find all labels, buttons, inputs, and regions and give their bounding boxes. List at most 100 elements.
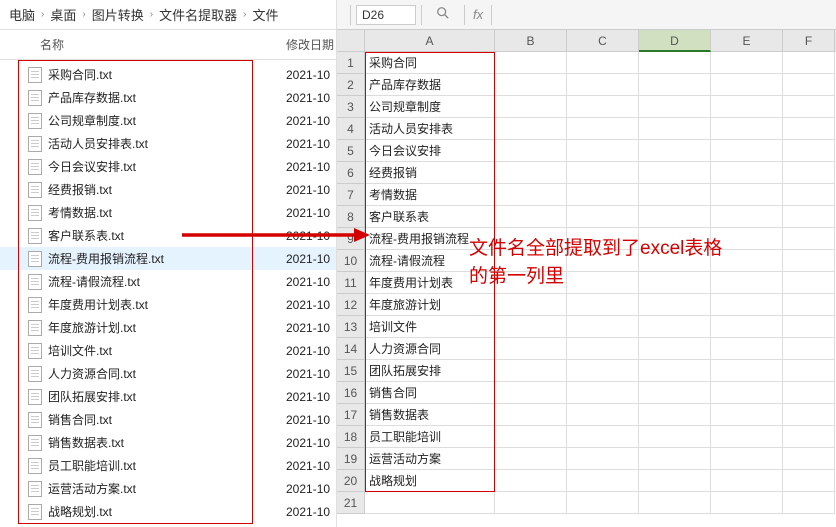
cell[interactable] <box>639 448 711 470</box>
row-header[interactable]: 14 <box>337 338 365 360</box>
row-header[interactable]: 12 <box>337 294 365 316</box>
column-header[interactable]: B <box>495 30 567 52</box>
row-header[interactable]: 9 <box>337 228 365 250</box>
cell[interactable]: 销售数据表 <box>365 404 495 426</box>
breadcrumb-item[interactable]: 文件名提取器 <box>159 5 237 24</box>
cell[interactable] <box>495 140 567 162</box>
cell[interactable] <box>495 338 567 360</box>
cell[interactable] <box>495 294 567 316</box>
breadcrumb-item[interactable]: 图片转换 <box>92 5 144 24</box>
cell[interactable] <box>783 96 835 118</box>
cell[interactable] <box>639 162 711 184</box>
cell[interactable] <box>567 360 639 382</box>
cell[interactable] <box>495 426 567 448</box>
cell[interactable] <box>567 426 639 448</box>
cell[interactable] <box>639 74 711 96</box>
row-header[interactable]: 5 <box>337 140 365 162</box>
column-header-name[interactable]: 名称 <box>0 36 286 53</box>
cell[interactable]: 战略规划 <box>365 470 495 492</box>
cell[interactable] <box>711 162 783 184</box>
column-header[interactable]: E <box>711 30 783 52</box>
cell[interactable] <box>783 404 835 426</box>
file-row[interactable]: 团队拓展安排.txt2021-10 <box>0 385 336 408</box>
cell[interactable] <box>495 228 567 250</box>
cell[interactable] <box>639 184 711 206</box>
cell[interactable]: 运营活动方案 <box>365 448 495 470</box>
cell[interactable] <box>783 426 835 448</box>
row-header[interactable]: 3 <box>337 96 365 118</box>
cell[interactable] <box>783 360 835 382</box>
cell[interactable] <box>495 118 567 140</box>
file-row[interactable]: 活动人员安排表.txt2021-10 <box>0 132 336 155</box>
cell[interactable] <box>639 52 711 74</box>
cell[interactable] <box>783 140 835 162</box>
row-header[interactable]: 7 <box>337 184 365 206</box>
cell[interactable] <box>567 316 639 338</box>
cell[interactable] <box>567 96 639 118</box>
cell[interactable]: 人力资源合同 <box>365 338 495 360</box>
cell[interactable] <box>639 492 711 514</box>
cell[interactable] <box>783 250 835 272</box>
row-header[interactable]: 11 <box>337 272 365 294</box>
cell[interactable] <box>711 96 783 118</box>
cell[interactable] <box>567 74 639 96</box>
file-row[interactable]: 采购合同.txt2021-10 <box>0 63 336 86</box>
file-row[interactable]: 年度旅游计划.txt2021-10 <box>0 316 336 339</box>
cell[interactable]: 采购合同 <box>365 52 495 74</box>
cell[interactable] <box>495 492 567 514</box>
cell[interactable] <box>567 206 639 228</box>
cell[interactable] <box>711 382 783 404</box>
cell[interactable] <box>567 228 639 250</box>
cell[interactable] <box>495 404 567 426</box>
cell[interactable] <box>711 360 783 382</box>
cell[interactable] <box>711 426 783 448</box>
column-header[interactable]: C <box>567 30 639 52</box>
file-row[interactable]: 产品库存数据.txt2021-10 <box>0 86 336 109</box>
cell[interactable]: 公司规章制度 <box>365 96 495 118</box>
cell[interactable]: 今日会议安排 <box>365 140 495 162</box>
cell[interactable] <box>495 316 567 338</box>
row-header[interactable]: 20 <box>337 470 365 492</box>
cell[interactable] <box>639 470 711 492</box>
breadcrumb-item[interactable]: 电脑 <box>9 5 35 24</box>
cell[interactable]: 活动人员安排表 <box>365 118 495 140</box>
file-row[interactable]: 公司规章制度.txt2021-10 <box>0 109 336 132</box>
row-header[interactable]: 18 <box>337 426 365 448</box>
cell[interactable] <box>783 294 835 316</box>
breadcrumb-item[interactable]: 文件 <box>252 5 278 24</box>
cell[interactable]: 客户联系表 <box>365 206 495 228</box>
cell[interactable] <box>711 206 783 228</box>
cell[interactable] <box>783 74 835 96</box>
cell[interactable] <box>639 316 711 338</box>
cell[interactable] <box>783 184 835 206</box>
breadcrumb[interactable]: 电脑 › 桌面 › 图片转换 › 文件名提取器 › 文件 <box>0 0 336 30</box>
select-all-corner[interactable] <box>337 30 365 52</box>
cell[interactable]: 流程-费用报销流程 <box>365 228 495 250</box>
cell[interactable] <box>567 272 639 294</box>
cell[interactable] <box>495 448 567 470</box>
cell[interactable] <box>495 206 567 228</box>
cell[interactable] <box>783 272 835 294</box>
column-header-date[interactable]: 修改日期 <box>286 36 336 53</box>
cell[interactable] <box>567 162 639 184</box>
cell[interactable] <box>639 228 711 250</box>
cell[interactable] <box>639 140 711 162</box>
file-row[interactable]: 考情数据.txt2021-10 <box>0 201 336 224</box>
cell[interactable] <box>567 448 639 470</box>
cell[interactable] <box>639 96 711 118</box>
cell[interactable] <box>567 118 639 140</box>
cell[interactable] <box>783 206 835 228</box>
cell[interactable]: 流程-请假流程 <box>365 250 495 272</box>
file-row[interactable]: 年度费用计划表.txt2021-10 <box>0 293 336 316</box>
cell[interactable] <box>567 492 639 514</box>
row-header[interactable]: 15 <box>337 360 365 382</box>
cell[interactable] <box>639 426 711 448</box>
cell[interactable]: 年度旅游计划 <box>365 294 495 316</box>
cell[interactable] <box>567 140 639 162</box>
row-header[interactable]: 6 <box>337 162 365 184</box>
cell[interactable] <box>567 470 639 492</box>
cell[interactable] <box>711 272 783 294</box>
cell[interactable] <box>495 360 567 382</box>
cell[interactable] <box>639 118 711 140</box>
column-header[interactable]: A <box>365 30 495 52</box>
